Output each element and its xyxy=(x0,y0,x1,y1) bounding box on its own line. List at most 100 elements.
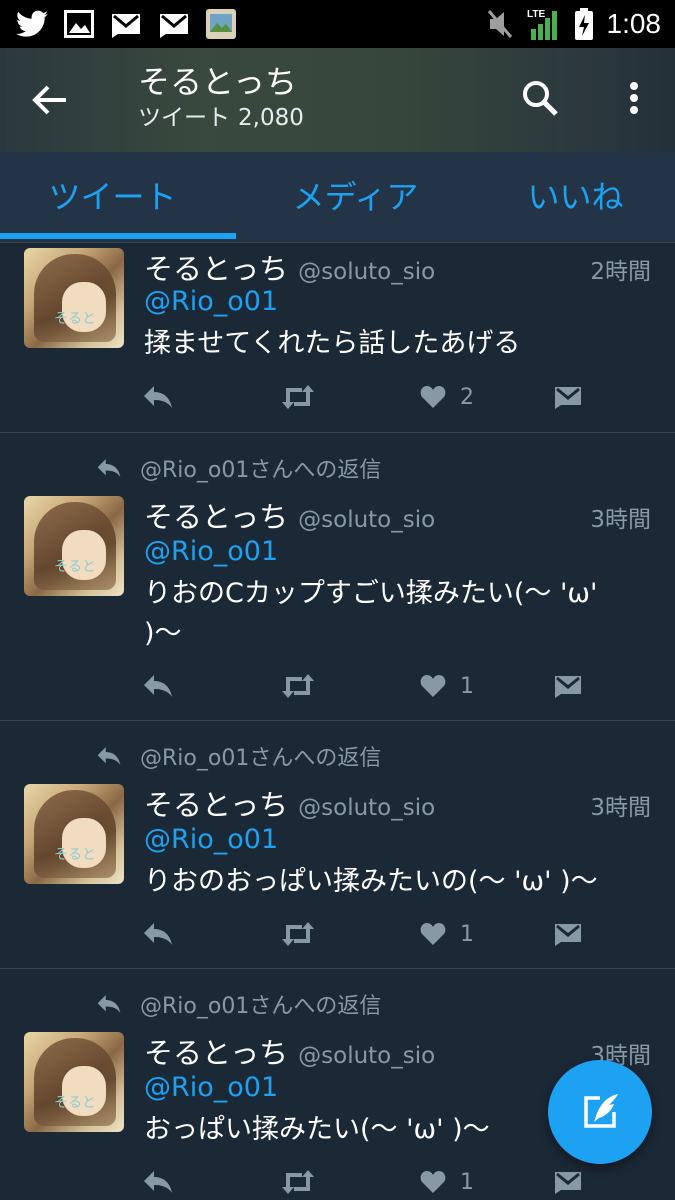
like-button[interactable]: 1 xyxy=(420,670,474,702)
reply-context: @Rio_o01さんへの返信 xyxy=(96,988,381,1020)
tweet-actions: 2 xyxy=(142,381,592,413)
header-title-block: そるとっち ツイート 2,080 xyxy=(138,62,304,134)
tweet-item[interactable]: @Rio_o01さんへの返信 そると そるとっち @soluto_sio 3時間… xyxy=(0,432,675,721)
retweet-button[interactable] xyxy=(280,381,316,413)
reply-button[interactable] xyxy=(142,381,174,413)
reply-icon xyxy=(97,459,121,477)
retweet-button[interactable] xyxy=(280,670,316,702)
retweet-button[interactable] xyxy=(280,1166,316,1198)
retweet-button[interactable] xyxy=(280,918,316,950)
reply-context-text[interactable]: @Rio_o01さんへの返信 xyxy=(140,740,381,772)
reply-context-text[interactable]: @Rio_o01さんへの返信 xyxy=(140,452,381,484)
reply-button[interactable] xyxy=(142,918,174,950)
direct-message-button[interactable] xyxy=(554,381,582,413)
retweet-icon xyxy=(282,1170,314,1194)
heart-icon xyxy=(420,1171,446,1193)
tweet-author: そるとっち @soluto_sio xyxy=(144,494,435,536)
avatar-text: そると xyxy=(54,311,96,327)
avatar[interactable]: そると xyxy=(24,784,124,884)
tweet-author: そるとっち @soluto_sio xyxy=(144,246,435,288)
reply-button[interactable] xyxy=(142,670,174,702)
tweet-count-label: ツイート xyxy=(138,105,230,131)
tweet-actions: 1 xyxy=(142,670,592,702)
reply-icon xyxy=(144,675,172,697)
reply-icon xyxy=(144,923,172,945)
tweet-text: りおのCカップすごい揉みたい(〜 'ω' )〜 xyxy=(144,574,644,654)
tweet-count: ツイート 2,080 xyxy=(138,102,304,134)
avatar-text: そると xyxy=(54,1095,96,1111)
tweet-text-line: りおのCカップすごい揉みたい(〜 'ω' xyxy=(144,578,598,609)
author-name: そるとっち xyxy=(144,788,289,822)
heart-icon xyxy=(420,675,446,697)
profile-tabs: ツイート メディア いいね xyxy=(0,152,675,243)
avatar[interactable]: そると xyxy=(24,248,124,348)
tab-media[interactable]: メディア xyxy=(243,152,468,238)
retweet-icon xyxy=(282,922,314,946)
tweet-time: 3時間 xyxy=(590,795,651,821)
direct-message-button[interactable] xyxy=(554,670,582,702)
like-count: 1 xyxy=(460,921,474,947)
author-name: そるとっち xyxy=(144,252,289,286)
author-handle: @soluto_sio xyxy=(298,795,436,821)
compose-tweet-button[interactable] xyxy=(548,1060,652,1164)
more-options-icon[interactable] xyxy=(616,78,652,118)
avatar[interactable]: そると xyxy=(24,1032,124,1132)
profile-header: そるとっち ツイート 2,080 xyxy=(0,48,675,152)
tweet-actions: 1 xyxy=(142,918,592,950)
direct-message-button[interactable] xyxy=(554,1166,582,1198)
reply-button[interactable] xyxy=(142,1166,174,1198)
dm-icon xyxy=(555,1172,581,1194)
tweet-actions: 1 xyxy=(142,1166,592,1198)
retweet-icon xyxy=(282,674,314,698)
avatar[interactable]: そると xyxy=(24,496,124,596)
like-button[interactable]: 1 xyxy=(420,1166,474,1198)
mention-link[interactable]: @Rio_o01 xyxy=(144,824,278,855)
author-name: そるとっち xyxy=(144,1036,289,1070)
image-icon xyxy=(64,10,94,38)
mention-link[interactable]: @Rio_o01 xyxy=(144,536,278,567)
active-tab-indicator xyxy=(0,233,236,239)
tweet-author: そるとっち @soluto_sio xyxy=(144,782,435,824)
tweet-time: 3時間 xyxy=(590,507,651,533)
author-handle: @soluto_sio xyxy=(298,259,436,285)
tab-likes[interactable]: いいね xyxy=(463,152,675,238)
author-name: そるとっち xyxy=(144,500,289,534)
like-count: 1 xyxy=(460,1169,474,1195)
network-type-label: LTE xyxy=(527,9,545,20)
mail-icon xyxy=(112,14,140,38)
reply-context: @Rio_o01さんへの返信 xyxy=(96,740,381,772)
direct-message-button[interactable] xyxy=(554,918,582,950)
tweet-author: そるとっち @soluto_sio xyxy=(144,1030,435,1072)
tweet-text: 揉ませてくれたら話したあげる xyxy=(144,328,521,359)
dm-icon xyxy=(555,387,581,409)
avatar-text: そると xyxy=(54,559,96,575)
mention-link[interactable]: @Rio_o01 xyxy=(144,286,278,317)
like-count: 1 xyxy=(460,673,474,699)
heart-icon xyxy=(420,386,446,408)
mention-link[interactable]: @Rio_o01 xyxy=(144,1072,278,1103)
battery-charging-icon xyxy=(574,8,593,40)
tab-tweets[interactable]: ツイート xyxy=(0,152,225,238)
reply-icon xyxy=(144,1171,172,1193)
author-handle: @soluto_sio xyxy=(298,507,436,533)
gallery-icon xyxy=(206,9,236,39)
like-button[interactable]: 2 xyxy=(420,381,474,413)
reply-icon xyxy=(97,747,121,765)
tweet-item[interactable]: そると そるとっち @soluto_sio 2時間 @Rio_o01 揉ませてく… xyxy=(0,242,675,433)
heart-icon xyxy=(420,923,446,945)
like-count: 2 xyxy=(460,384,474,410)
reply-context: @Rio_o01さんへの返信 xyxy=(96,452,381,484)
twitter-icon xyxy=(16,10,48,37)
back-arrow-icon[interactable] xyxy=(30,80,70,120)
mute-icon xyxy=(487,10,512,38)
like-button[interactable]: 1 xyxy=(420,918,474,950)
avatar-text: そると xyxy=(54,847,96,863)
tweet-item[interactable]: @Rio_o01さんへの返信 そると そるとっち @soluto_sio 3時間… xyxy=(0,720,675,969)
search-icon[interactable] xyxy=(520,78,560,118)
status-bar: LTE 1:08 xyxy=(0,0,675,48)
reply-context-text[interactable]: @Rio_o01さんへの返信 xyxy=(140,988,381,1020)
retweet-icon xyxy=(282,385,314,409)
reply-icon xyxy=(97,995,121,1013)
clock-time: 1:08 xyxy=(606,8,662,39)
author-handle: @soluto_sio xyxy=(298,1043,436,1069)
